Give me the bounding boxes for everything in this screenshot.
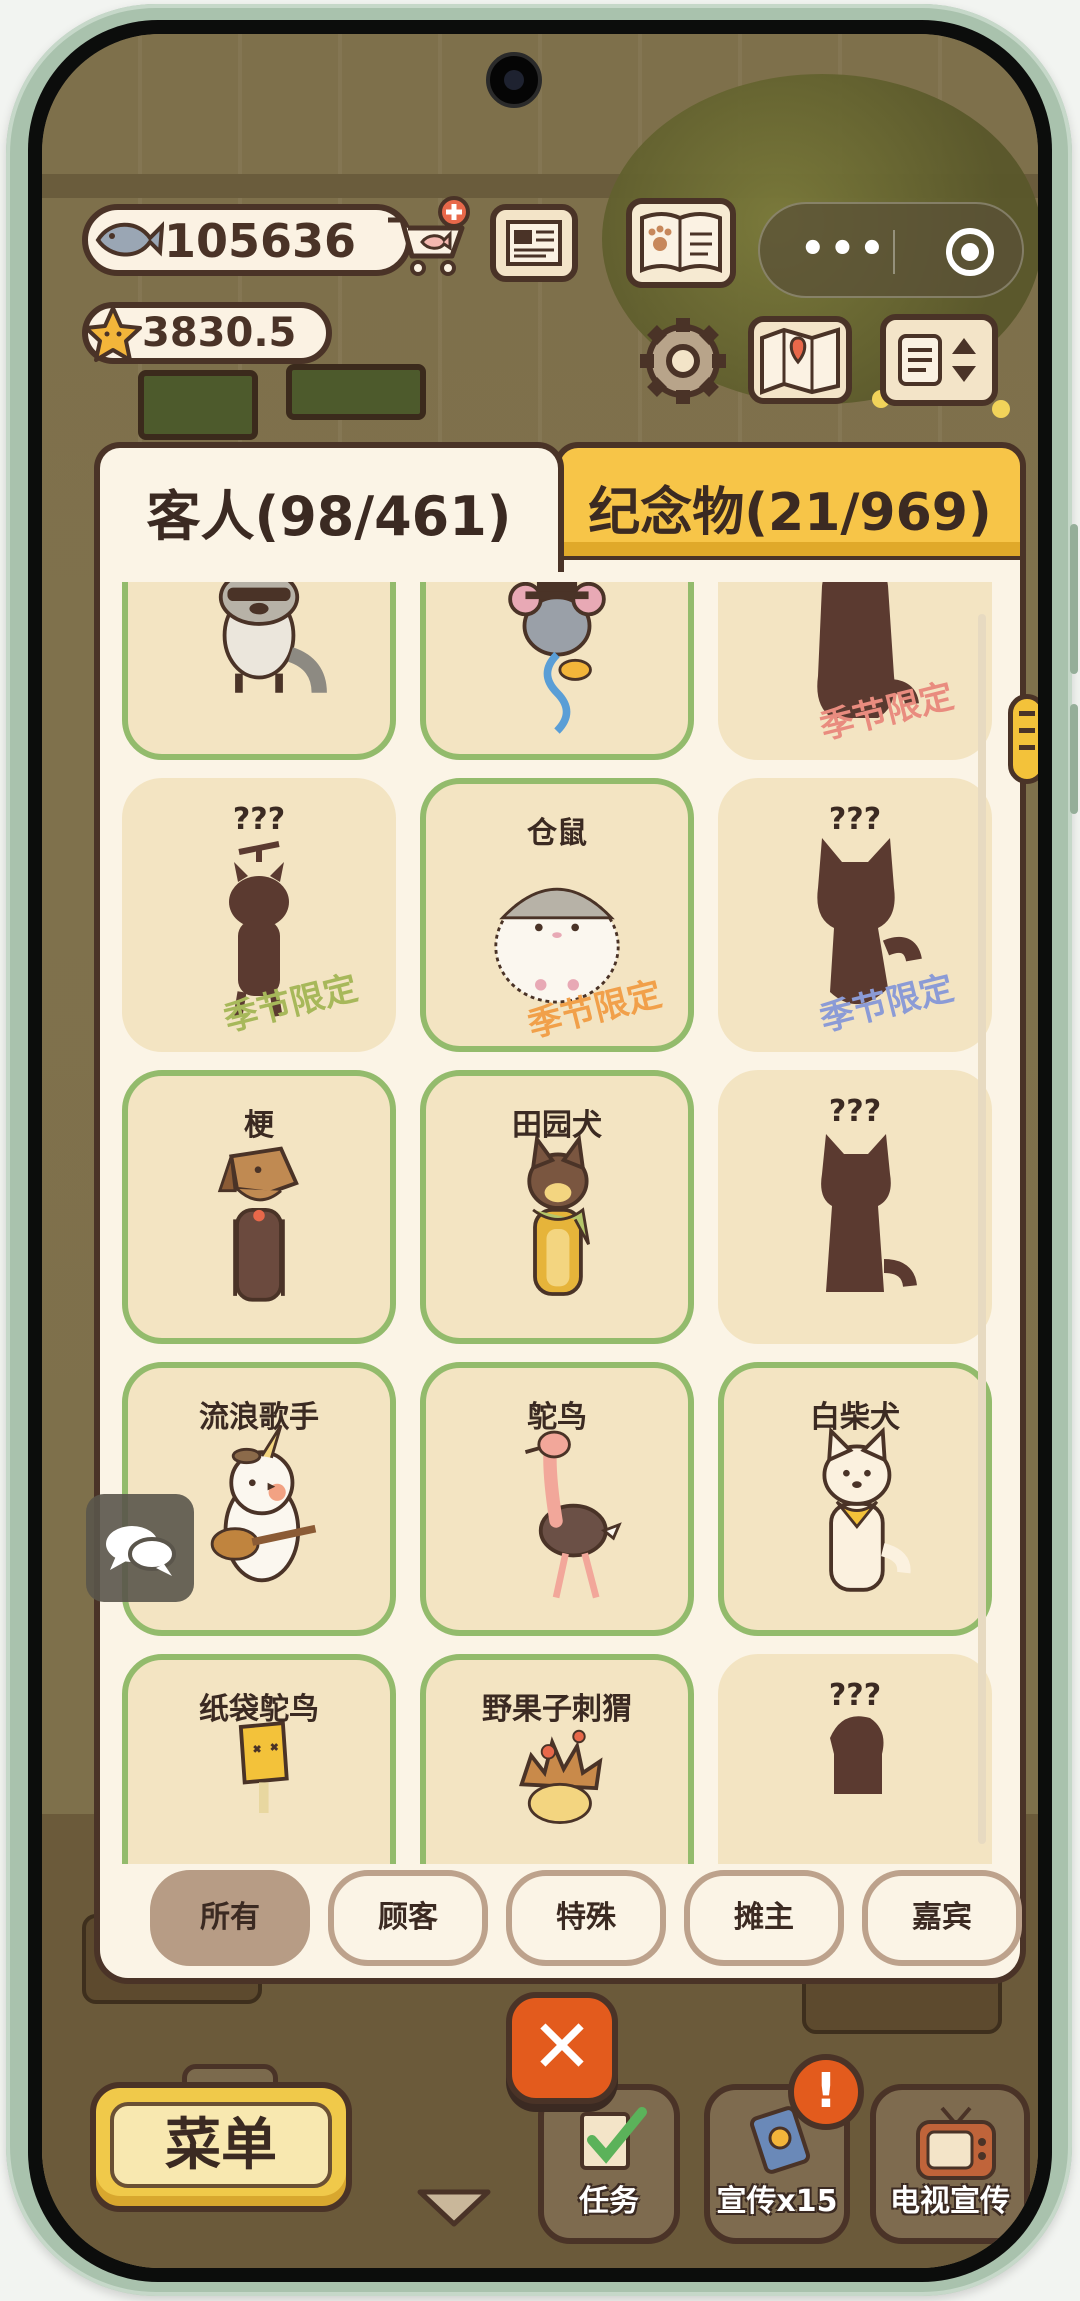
menu-button[interactable]: 菜单 <box>90 2082 352 2212</box>
tab-guests[interactable]: 客人(98/461) <box>94 442 564 572</box>
fish-icon <box>95 221 164 257</box>
power-button <box>1070 704 1078 814</box>
guest-card[interactable]: ??? <box>718 1070 992 1344</box>
volume-button <box>1070 524 1078 674</box>
task-label: 任务 <box>579 2184 639 2219</box>
guest-card[interactable]: ??? 季节限定 <box>718 778 992 1052</box>
sort-button[interactable] <box>880 314 998 406</box>
guest-name: 仓鼠 <box>527 816 587 851</box>
star-count: 3830.5 <box>142 310 297 356</box>
guest-card[interactable]: 白柴犬 <box>718 1362 992 1636</box>
guest-card[interactable]: 野果子刺猬 <box>420 1654 694 1864</box>
guest-filter-bar: 所有 顾客 特殊 摊主 嘉宾 <box>150 1870 1022 1970</box>
menu-label: 菜单 <box>110 2102 332 2188</box>
guest-name: ??? <box>828 1678 882 1713</box>
close-panel-button[interactable]: ✕ <box>506 1992 618 2104</box>
filter-special[interactable]: 特殊 <box>506 1870 666 1966</box>
map-icon <box>760 327 840 395</box>
guest-collection-panel: 季节限定 ??? 季节限定 仓鼠 季节限定??? 季节限定梗 田园犬??? 流浪歌手 鸵鸟 白柴犬… <box>94 560 1026 1984</box>
tab-guests-label: 客人(98/461) <box>146 485 512 548</box>
phone-bezel: 105636 3830.5 ••• 客人(98/461) 纪念物(21/969)… <box>28 20 1052 2282</box>
phone-frame: 105636 3830.5 ••• 客人(98/461) 纪念物(21/969)… <box>6 4 1078 2296</box>
guest-card[interactable]: 季节限定 <box>718 582 992 760</box>
sort-icon <box>898 334 976 386</box>
newspaper-icon <box>506 220 562 266</box>
guest-name: 田园犬 <box>512 1108 602 1143</box>
filter-label: 所有 <box>200 1900 260 1935</box>
string-light <box>992 400 1010 418</box>
guest-card[interactable]: ??? <box>718 1654 992 1864</box>
guest-card[interactable] <box>122 582 396 760</box>
alert-mark: ! <box>815 2063 837 2119</box>
tab-souvenirs-label: 纪念物(21/969) <box>588 483 992 543</box>
map-button[interactable] <box>748 316 852 404</box>
guest-name: 梗 <box>244 1108 274 1143</box>
alert-badge: ! <box>788 2054 864 2130</box>
star-currency: 3830.5 <box>82 302 332 364</box>
capsule-divider <box>893 230 895 274</box>
front-camera <box>486 52 542 108</box>
filter-all[interactable]: 所有 <box>150 1870 310 1966</box>
tv-promo-button[interactable]: 电视宣传 <box>870 2084 1030 2244</box>
guest-portrait <box>508 582 606 734</box>
tv-promo-label: 电视宣传 <box>890 2184 1010 2219</box>
scrollbar-thumb[interactable] <box>1008 694 1038 784</box>
guest-portrait <box>218 582 327 694</box>
filter-customer[interactable]: 顾客 <box>328 1870 488 1966</box>
guest-name: 白柴犬 <box>810 1400 900 1435</box>
filter-label: 特殊 <box>556 1900 616 1935</box>
guest-card[interactable]: ??? 季节限定 <box>122 778 396 1052</box>
filter-label: 嘉宾 <box>912 1900 972 1935</box>
guest-name: ??? <box>828 802 882 837</box>
more-options-icon[interactable]: ••• <box>800 229 889 269</box>
fish-currency: 105636 <box>82 204 412 276</box>
paw-book-icon <box>640 212 722 273</box>
guest-name: 野果子刺猬 <box>482 1692 632 1727</box>
guest-card[interactable]: 田园犬 <box>420 1070 694 1344</box>
guestbook-button[interactable] <box>626 198 736 288</box>
shop-cart-icon[interactable] <box>382 194 472 284</box>
guest-name: 纸袋鸵鸟 <box>199 1692 319 1727</box>
guest-name: ??? <box>828 1094 882 1129</box>
miniprogram-capsule: ••• <box>758 202 1024 298</box>
newspaper-button[interactable] <box>490 204 578 282</box>
star-icon <box>84 306 142 362</box>
chat-button[interactable] <box>86 1494 194 1602</box>
filter-guest[interactable]: 嘉宾 <box>862 1870 1022 1966</box>
task-button[interactable]: 任务 <box>538 2084 680 2244</box>
guest-name: ??? <box>232 802 286 837</box>
chevron-down-icon[interactable] <box>414 2184 494 2230</box>
wall-picture <box>138 370 258 440</box>
fishbone-sign <box>286 364 426 420</box>
guest-card[interactable]: 鸵鸟 <box>420 1362 694 1636</box>
close-miniprogram-icon[interactable] <box>946 228 994 276</box>
tab-souvenirs[interactable]: 纪念物(21/969) <box>554 442 1026 562</box>
fish-count: 105636 <box>164 214 357 268</box>
scrollbar-track[interactable] <box>978 614 986 1844</box>
close-icon: ✕ <box>530 2004 593 2090</box>
guest-name: 鸵鸟 <box>527 1400 587 1435</box>
guest-name: 流浪歌手 <box>199 1400 319 1435</box>
chat-bubbles-icon <box>106 1526 176 1576</box>
promo-label: 宣传x15 <box>716 2184 838 2219</box>
guest-card[interactable]: 仓鼠 季节限定 <box>420 778 694 1052</box>
guest-card[interactable] <box>420 582 694 760</box>
checklist-icon <box>580 2107 647 2170</box>
guest-card[interactable]: 纸袋鸵鸟 <box>122 1654 396 1864</box>
filter-label: 顾客 <box>378 1900 438 1935</box>
filter-vendor[interactable]: 摊主 <box>684 1870 844 1966</box>
guest-card[interactable]: 梗 <box>122 1070 396 1344</box>
guest-grid[interactable]: 季节限定 ??? 季节限定 仓鼠 季节限定??? 季节限定梗 田园犬??? 流浪歌手 鸵鸟 白柴犬… <box>122 582 998 1864</box>
tv-icon <box>916 2106 996 2180</box>
settings-gear-icon[interactable] <box>636 314 730 408</box>
filter-label: 摊主 <box>734 1900 794 1935</box>
game-screen: 105636 3830.5 ••• 客人(98/461) 纪念物(21/969)… <box>42 34 1038 2268</box>
